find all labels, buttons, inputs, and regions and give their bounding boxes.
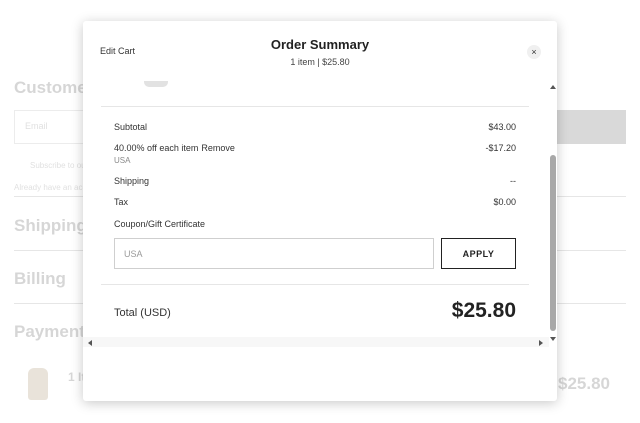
discount-value: -$17.20 (485, 143, 516, 153)
subtotal-value: $43.00 (488, 122, 516, 132)
scroll-up-icon[interactable] (550, 85, 556, 89)
vertical-scrollbar[interactable] (549, 81, 557, 347)
subtotal-label: Subtotal (114, 122, 148, 132)
remove-discount-link[interactable]: Remove (201, 143, 235, 153)
order-summary-modal: Edit Cart Order Summary 1 item | $25.80 … (83, 21, 557, 401)
total-row: Total (USD) $25.80 (114, 299, 516, 325)
shipping-value: -- (510, 176, 516, 186)
shipping-label: Shipping (114, 176, 150, 186)
tax-value: $0.00 (493, 197, 516, 207)
product-thumbnail (28, 368, 48, 400)
tax-label: Tax (114, 197, 129, 207)
scroll-down-icon[interactable] (550, 337, 556, 341)
total-label: Total (USD) (114, 307, 171, 319)
shipping-heading: Shipping (14, 216, 87, 235)
modal-header: Edit Cart Order Summary 1 item | $25.80 … (83, 21, 557, 81)
discount-code-note: USA (114, 156, 131, 165)
divider (101, 284, 529, 285)
scroll-left-icon[interactable] (88, 340, 92, 346)
scrollbar-thumb[interactable] (550, 155, 556, 331)
total-value: $25.80 (451, 299, 516, 322)
coupon-label: Coupon/Gift Certificate (114, 219, 206, 229)
summary-scroll-area: Subtotal $43.00 40.00% off each item Remo… (83, 81, 549, 347)
product-price: $25.80 (558, 374, 610, 393)
coupon-input[interactable] (114, 238, 434, 269)
close-icon[interactable]: × (527, 45, 541, 59)
discount-label: 40.00% off each item (114, 143, 199, 153)
email-placeholder: Email (25, 121, 48, 131)
payment-heading: Payment (14, 322, 85, 341)
scroll-right-icon[interactable] (539, 340, 543, 346)
modal-title: Order Summary (270, 37, 370, 52)
modal-subtitle: 1 item | $25.80 (290, 57, 350, 67)
customer-heading: Customer (14, 78, 94, 97)
cart-item-thumbnail (144, 81, 168, 87)
apply-coupon-button[interactable]: APPLY (441, 238, 516, 269)
billing-heading: Billing (14, 269, 66, 288)
horizontal-scrollbar[interactable] (83, 337, 549, 347)
divider (101, 106, 529, 107)
